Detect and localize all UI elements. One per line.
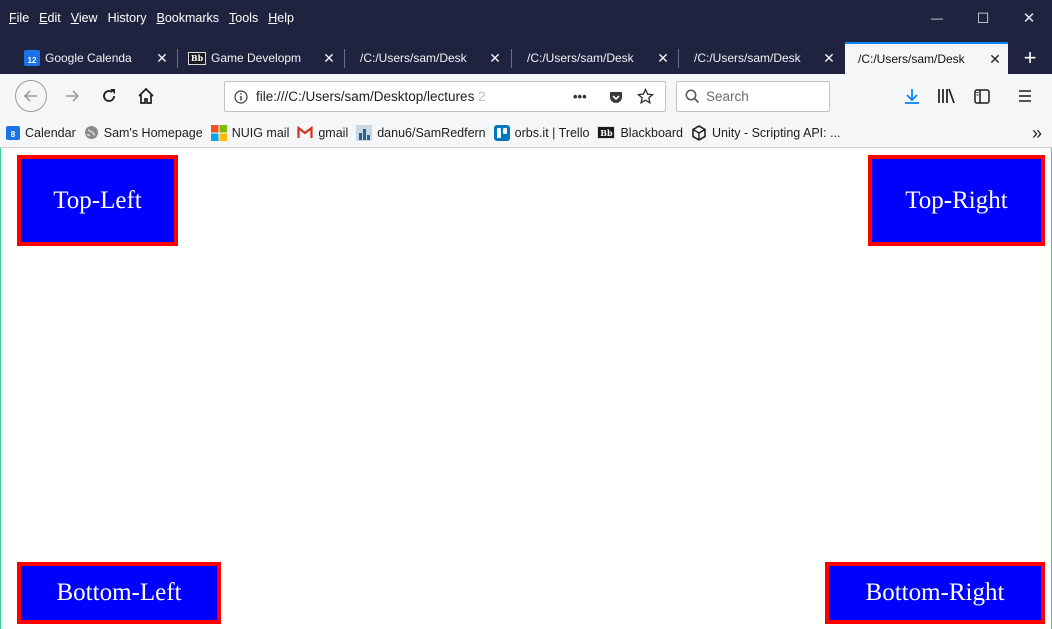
downloads-button[interactable] [897,81,927,111]
tab-google-calendar[interactable]: 12 Google Calenda ✕ [16,42,175,74]
bookmark-github[interactable]: danu6/SamRedfern [356,124,486,141]
bookmark-trello[interactable]: orbs.it | Trello [493,124,589,141]
address-bar[interactable]: file:///C:/Users/sam/Desktop/lectures 2 … [224,81,666,112]
page-content: Top-Left Top-Right Bottom-Left Bottom-Ri… [0,148,1052,629]
close-tab-icon[interactable]: ✕ [320,50,338,67]
close-tab-icon[interactable]: ✕ [486,50,504,67]
calendar-icon: 12 [24,50,40,66]
trello-icon [493,124,510,141]
top-right-box: Top-Right [868,155,1045,246]
search-placeholder: Search [706,89,749,104]
tab-title: /C:/Users/sam/Desk [360,51,467,65]
close-tab-icon[interactable]: ✕ [986,51,1004,68]
close-tab-icon[interactable]: ✕ [153,50,171,67]
url-text[interactable]: file:///C:/Users/sam/Desktop/lectures 2 [256,89,526,104]
bottom-right-box: Bottom-Right [825,562,1045,624]
tab-local-file-1[interactable]: /C:/Users/sam/Desk ✕ [347,42,508,74]
sidebar-icon [974,88,990,104]
tab-separator [678,49,679,68]
new-tab-button[interactable]: + [1016,42,1044,74]
arrow-left-icon [23,90,37,102]
back-button[interactable] [15,80,47,112]
library-button[interactable] [931,81,961,111]
search-bar[interactable]: Search [676,81,830,112]
info-icon[interactable] [234,89,248,104]
menu-file[interactable]: File [4,11,34,25]
globe-icon [84,126,98,139]
tab-title: /C:/Users/sam/Desk [858,52,965,66]
menu-bar: File Edit View History Bookmarks Tools H… [0,0,299,36]
close-tab-icon[interactable]: ✕ [820,50,838,67]
close-window-button[interactable]: ✕ [1006,0,1052,36]
tab-title: Google Calenda [45,51,132,65]
calendar-icon: 8 [6,125,20,140]
tab-title: /C:/Users/sam/Desk [527,51,634,65]
reload-button[interactable] [94,81,124,111]
home-icon [138,87,154,104]
home-button[interactable] [131,81,161,111]
bookmarks-overflow-button[interactable]: » [1032,123,1042,144]
window-controls: — ☐ ✕ [914,0,1052,36]
bookmark-blackboard[interactable]: Bb Blackboard [597,126,683,140]
star-icon[interactable] [637,88,654,105]
bookmark-nuig-mail[interactable]: NUIG mail [210,124,289,141]
maximize-button[interactable]: ☐ [960,0,1006,36]
menu-history[interactable]: History [103,11,152,25]
tab-strip: 12 Google Calenda ✕ Bb Game Developm ✕ /… [0,42,1052,74]
blackboard-icon: Bb [597,126,616,139]
tab-game-development[interactable]: Bb Game Developm ✕ [180,42,342,74]
search-icon [685,89,700,104]
title-bar: File Edit View History Bookmarks Tools H… [0,0,1052,74]
menu-bookmarks[interactable]: Bookmarks [152,11,225,25]
hamburger-icon [1019,90,1031,102]
menu-tools[interactable]: Tools [224,11,263,25]
pocket-icon[interactable] [608,89,624,105]
tab-title: /C:/Users/sam/Desk [694,51,801,65]
navigation-toolbar: file:///C:/Users/sam/Desktop/lectures 2 … [0,74,1052,118]
menu-button[interactable] [1010,81,1040,111]
gmail-icon [297,126,313,138]
menu-help[interactable]: Help [263,11,299,25]
tab-separator [511,49,512,68]
tab-local-file-active[interactable]: /C:/Users/sam/Desk ✕ [845,42,1008,74]
page-actions-icon[interactable]: ••• [573,89,587,104]
bookmark-calendar[interactable]: 8 Calendar [6,125,76,140]
arrow-right-icon [66,90,80,102]
github-icon [356,124,373,141]
library-icon [938,88,955,104]
menu-edit[interactable]: Edit [34,11,66,25]
bookmark-unity[interactable]: Unity - Scripting API: ... [691,124,841,141]
browser-window: File Edit View History Bookmarks Tools H… [0,0,1052,629]
tab-title: Game Developm [211,51,302,65]
sidebar-button[interactable] [967,81,997,111]
tab-local-file-2[interactable]: /C:/Users/sam/Desk ✕ [514,42,676,74]
menu-view[interactable]: View [66,11,103,25]
download-icon [905,89,919,104]
minimize-button[interactable]: — [914,0,960,36]
bookmark-gmail[interactable]: gmail [297,126,348,140]
microsoft-icon [210,124,227,141]
blackboard-icon: Bb [188,51,206,65]
bookmarks-toolbar: 8 Calendar Sam's Homepage NUIG mail gmai… [0,118,1052,148]
bottom-left-box: Bottom-Left [17,562,221,624]
bookmark-sams-homepage[interactable]: Sam's Homepage [84,125,203,140]
reload-icon [103,89,115,102]
tab-local-file-3[interactable]: /C:/Users/sam/Desk ✕ [681,42,842,74]
unity-icon [692,124,706,141]
close-tab-icon[interactable]: ✕ [654,50,672,67]
top-left-box: Top-Left [17,155,178,246]
tab-separator [177,49,178,68]
tab-separator [344,49,345,68]
forward-button[interactable] [57,81,87,111]
